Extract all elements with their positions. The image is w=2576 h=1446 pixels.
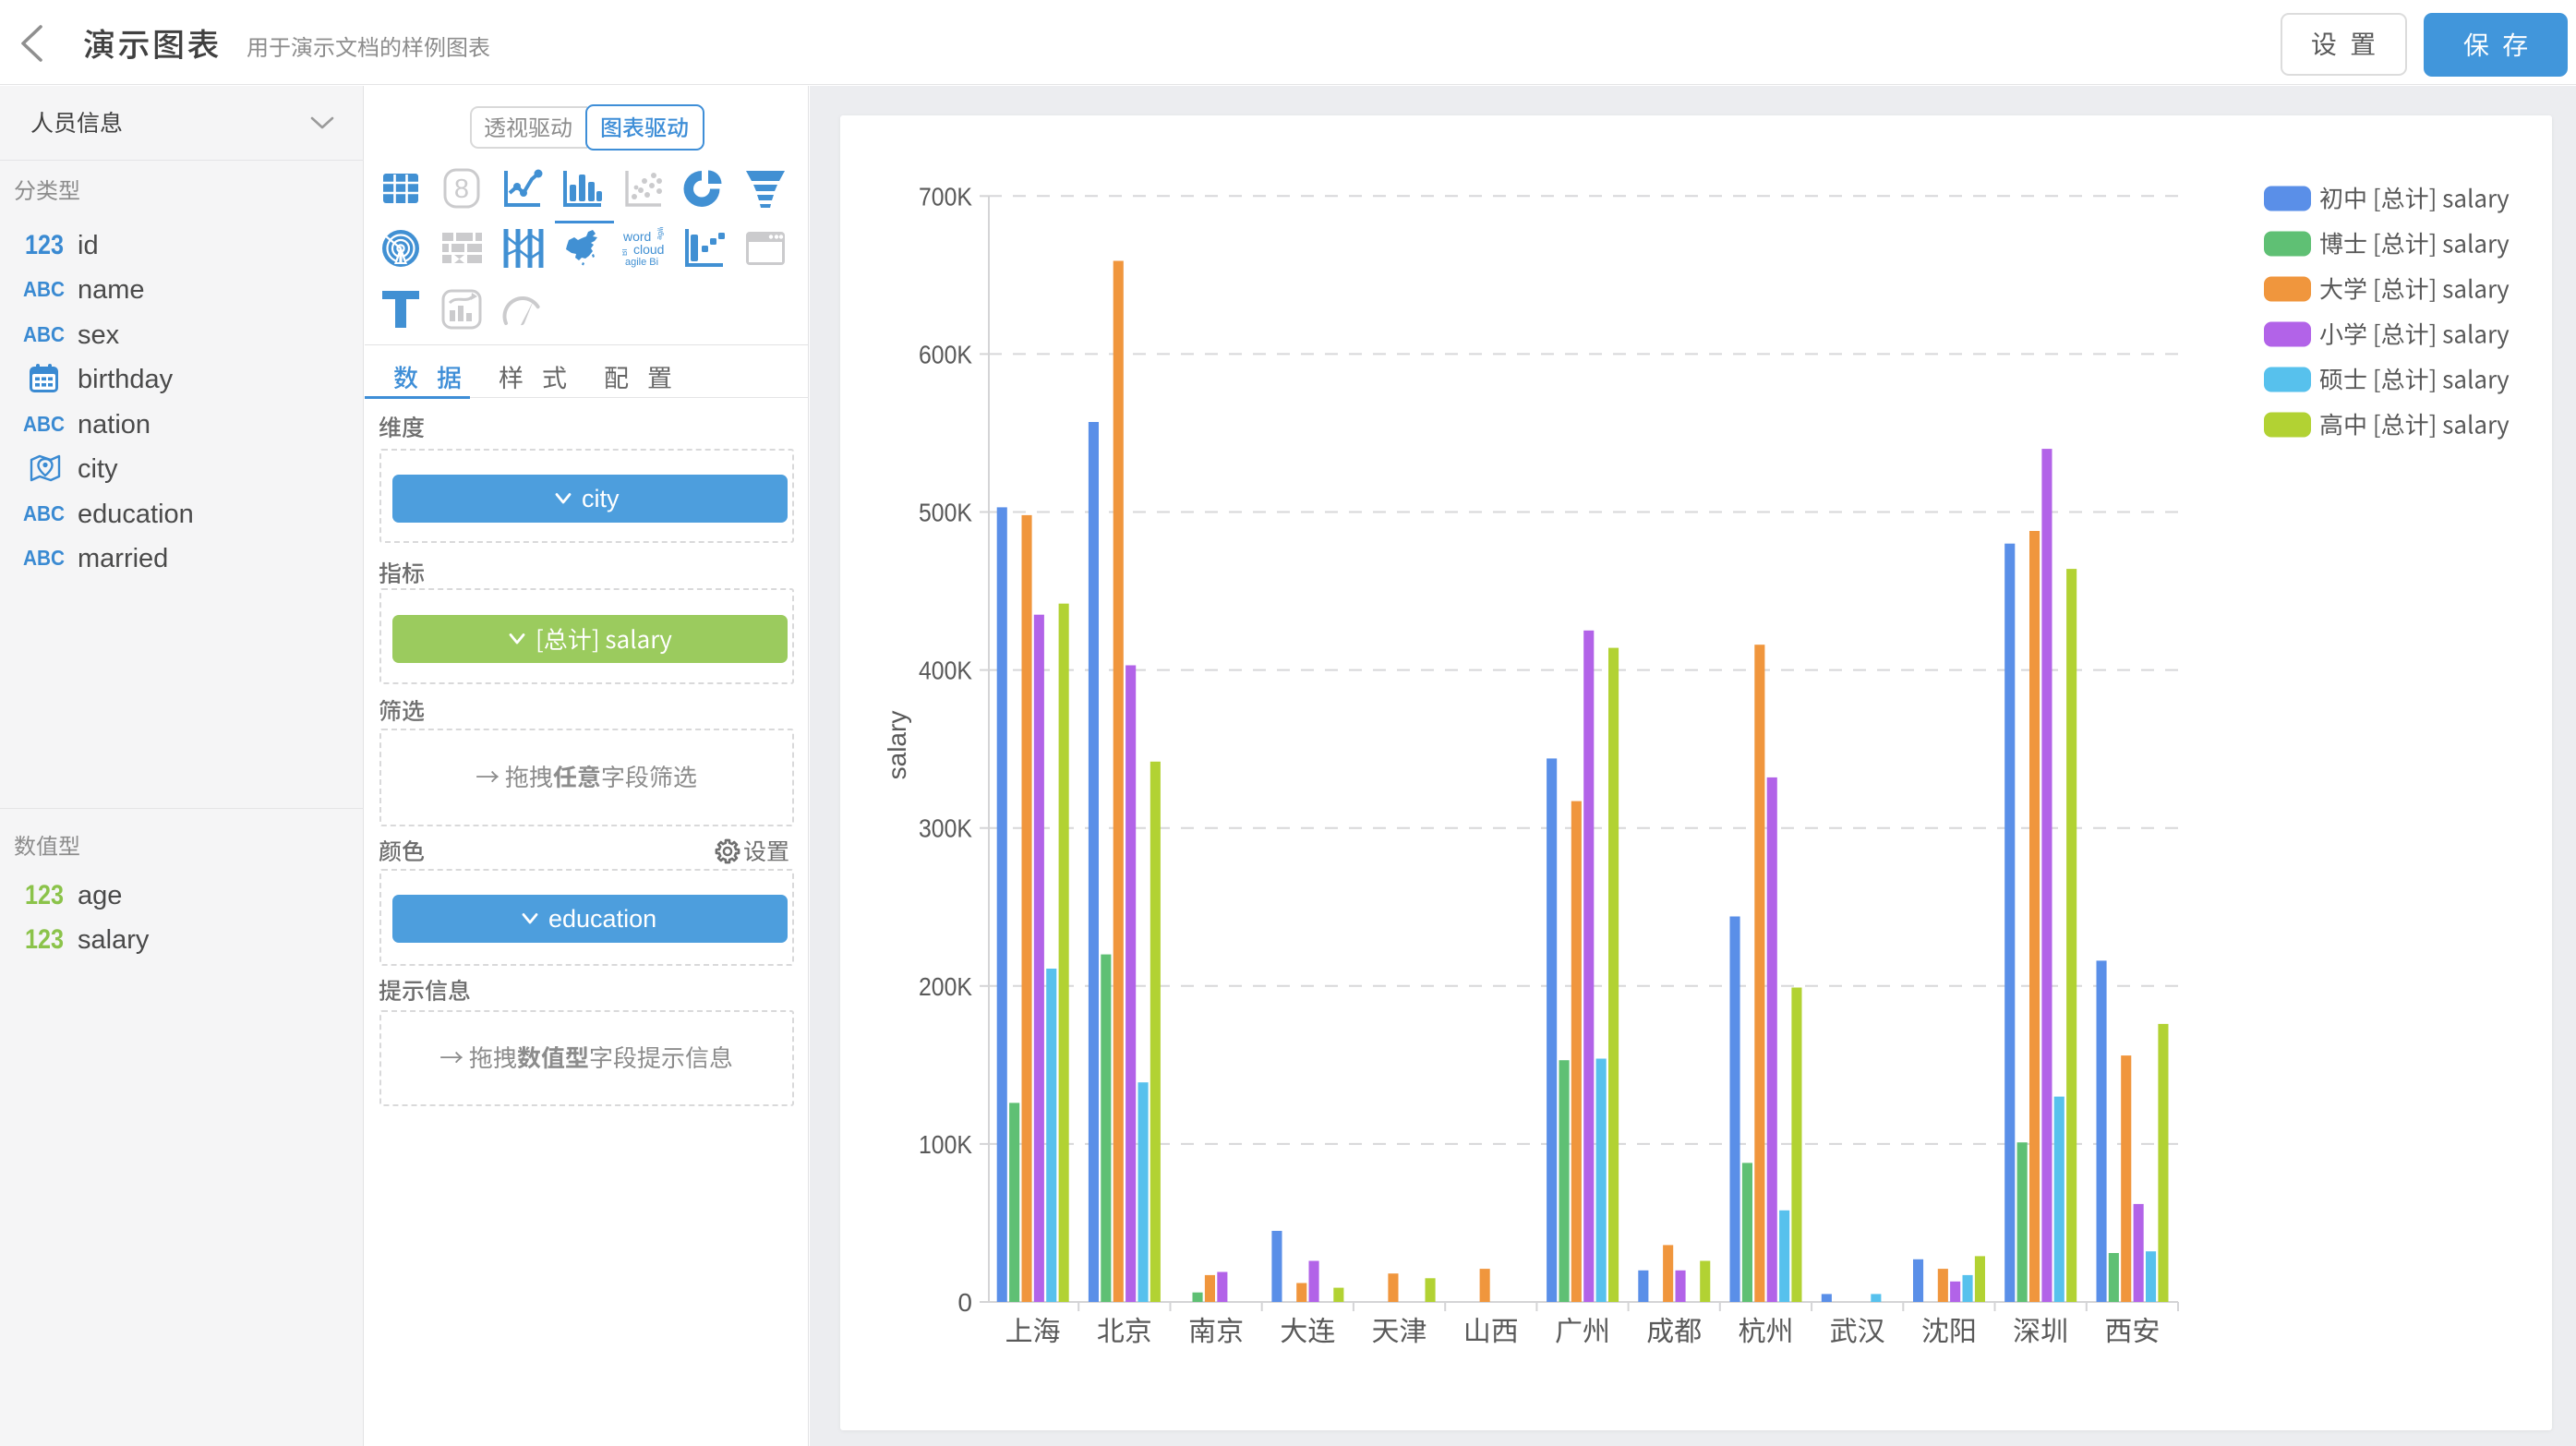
svg-text:agile Bi: agile Bi bbox=[625, 257, 658, 268]
svg-text:cloud: cloud bbox=[633, 242, 664, 257]
svg-text:8: 8 bbox=[454, 175, 469, 204]
svg-text:BI: BI bbox=[622, 248, 629, 256]
svg-text:agile: agile bbox=[655, 227, 665, 240]
